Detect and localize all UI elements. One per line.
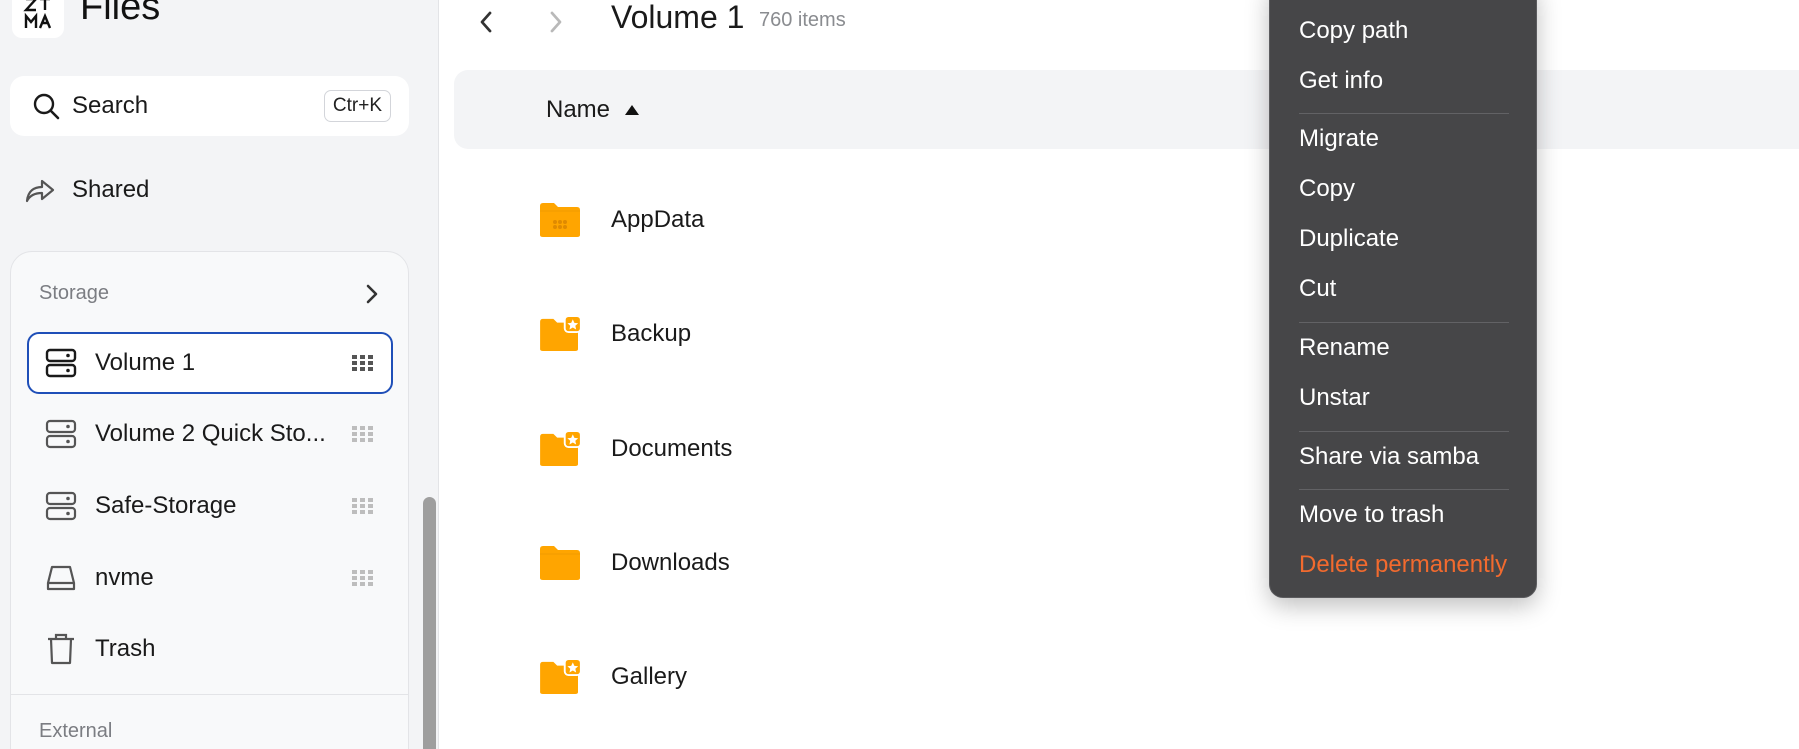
file-name: Backup (611, 320, 692, 347)
file-row[interactable]: Downloads (539, 533, 730, 593)
menu-item-delete-permanently[interactable]: Delete permanently (1299, 551, 1507, 579)
file-name: Documents (611, 435, 733, 462)
section-divider (11, 694, 408, 695)
search-label: Search (72, 92, 149, 119)
sidebar-item-label: Volume 2 Quick Sto... (95, 420, 326, 447)
sidebar-scrollbar[interactable] (423, 497, 436, 749)
menu-item-rename[interactable]: Rename (1299, 334, 1390, 362)
menu-item-share-via-samba[interactable]: Share via samba (1299, 443, 1479, 471)
search-icon (33, 93, 60, 120)
folder-icon (540, 546, 580, 580)
chevron-right-icon (366, 284, 378, 303)
file-row[interactable]: Gallery (539, 647, 687, 707)
starred-folder-icon (540, 316, 581, 352)
menu-item-move-to-trash[interactable]: Move to trash (1299, 501, 1444, 529)
menu-item-cut[interactable]: Cut (1299, 275, 1336, 303)
sidebar-item-safe-storage[interactable]: Safe-Storage (27, 475, 393, 537)
item-count: 760 items (759, 9, 846, 31)
menu-item-copy[interactable]: Copy (1299, 175, 1355, 203)
menu-item-get-info[interactable]: Get info (1299, 67, 1383, 95)
file-row[interactable]: Documents (539, 419, 732, 479)
external-section-header: External (39, 720, 113, 742)
sidebar-item-label: Trash (95, 635, 156, 662)
sidebar-item-trash[interactable]: Trash (27, 618, 393, 680)
server-icon (45, 419, 77, 449)
name-column-header[interactable]: Name (546, 96, 610, 124)
sidebar-item-label: Shared (72, 176, 150, 203)
storage-section-header[interactable]: Storage (39, 282, 379, 305)
menu-divider (1299, 431, 1509, 432)
grid-dots-icon[interactable] (351, 426, 375, 442)
file-row[interactable]: AppData (539, 190, 704, 250)
menu-divider (1299, 489, 1509, 490)
menu-divider (1299, 113, 1509, 114)
sidebar-item-shared[interactable]: Shared (24, 168, 149, 212)
menu-item-duplicate[interactable]: Duplicate (1299, 225, 1399, 253)
main-pane: Volume 1 760 items Name AppData Backup D… (440, 0, 1799, 749)
grid-dots-icon[interactable] (351, 570, 375, 586)
search-button[interactable]: Search Ctr+K (10, 76, 409, 136)
search-shortcut-badge: Ctr+K (323, 90, 391, 122)
back-button[interactable] (466, 2, 506, 42)
storage-panel: Storage Volume 1 Volume 2 Quick Sto... S… (10, 251, 409, 749)
file-name: Downloads (611, 549, 730, 576)
current-folder-title: Volume 1 (611, 0, 745, 35)
grid-dots-icon[interactable] (351, 355, 375, 371)
sidebar-item-label: nvme (95, 564, 154, 591)
trash-icon (45, 633, 77, 665)
file-list-header: Name (454, 70, 1799, 149)
app-folder-icon (540, 203, 580, 237)
menu-divider (1299, 322, 1509, 323)
grid-dots-icon[interactable] (351, 498, 375, 514)
starred-folder-icon (540, 659, 581, 695)
server-icon (45, 348, 77, 378)
sidebar-item-volume-1[interactable]: Volume 1 (27, 332, 393, 394)
sidebar: Files Search Ctr+K Shared Storage Volume… (0, 0, 439, 749)
chevron-left-icon (480, 11, 492, 33)
files-app: Files Search Ctr+K Shared Storage Volume… (0, 0, 1799, 749)
sidebar-item-label: Volume 1 (95, 349, 196, 376)
app-title: Files (80, 0, 161, 28)
context-menu: Copy path Get info Migrate Copy Duplicat… (1269, 0, 1537, 598)
file-row[interactable]: Backup (539, 304, 691, 364)
file-name: AppData (611, 206, 705, 233)
forward-button[interactable] (536, 2, 576, 42)
menu-item-copy-path[interactable]: Copy path (1299, 17, 1408, 45)
storage-header-label: Storage (39, 282, 110, 304)
menu-item-unstar[interactable]: Unstar (1299, 384, 1370, 412)
drive-icon (45, 563, 77, 593)
sidebar-item-volume-2[interactable]: Volume 2 Quick Sto... (27, 403, 393, 465)
sidebar-item-label: Safe-Storage (95, 492, 237, 519)
file-name: Gallery (611, 663, 688, 690)
menu-item-migrate[interactable]: Migrate (1299, 125, 1379, 153)
sidebar-item-nvme[interactable]: nvme (27, 547, 393, 609)
sort-ascending-icon[interactable] (624, 104, 640, 116)
chevron-right-icon (550, 11, 562, 33)
zima-logo (12, 0, 64, 38)
starred-folder-icon (540, 431, 581, 467)
server-icon (45, 491, 77, 521)
share-arrow-icon (25, 179, 55, 203)
